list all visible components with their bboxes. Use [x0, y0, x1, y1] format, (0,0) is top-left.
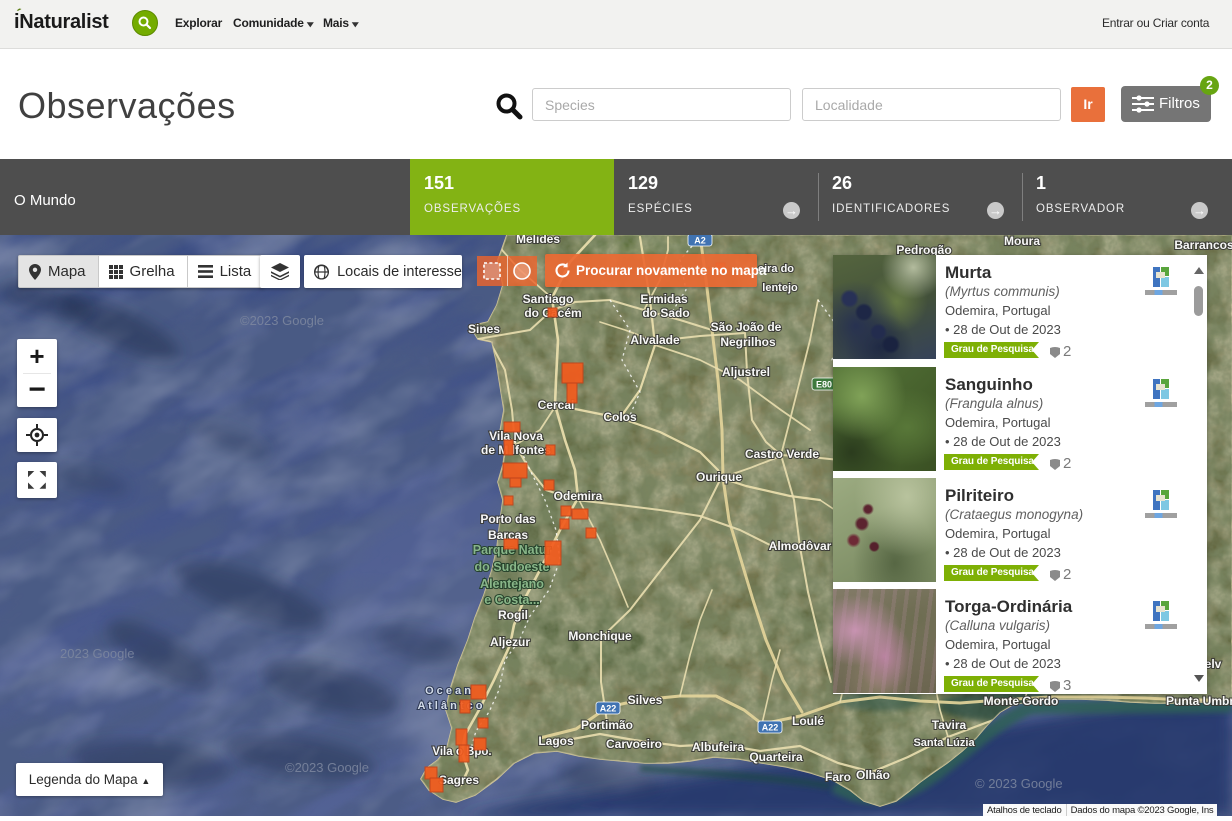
svg-text:Aljustrel: Aljustrel	[722, 365, 770, 379]
svg-text:©2023 Google: ©2023 Google	[285, 760, 369, 775]
svg-text:O c e a n: O c e a n	[425, 685, 471, 697]
svg-text:Odemira: Odemira	[554, 489, 603, 503]
svg-text:Alentejano: Alentejano	[480, 577, 544, 591]
svg-text:Olhão: Olhão	[856, 768, 890, 782]
svg-text:Castro Verde: Castro Verde	[745, 447, 819, 461]
svg-text:Almodôvar: Almodôvar	[769, 539, 832, 553]
svg-text:Barrancos: Barrancos	[1174, 238, 1232, 252]
svg-text:© 2023 Google: © 2023 Google	[975, 776, 1063, 791]
svg-text:São João de: São João de	[711, 320, 782, 334]
svg-text:Sagres: Sagres	[439, 773, 479, 787]
svg-text:Porto das: Porto das	[480, 512, 536, 526]
svg-text:A22: A22	[762, 723, 779, 733]
svg-text:Santa Lúzia: Santa Lúzia	[913, 737, 975, 749]
svg-text:Moura: Moura	[1004, 235, 1040, 248]
svg-text:do Sado: do Sado	[642, 306, 689, 320]
svg-text:Monte Gordo: Monte Gordo	[984, 694, 1059, 708]
svg-text:Melides: Melides	[516, 235, 560, 246]
svg-text:E80: E80	[816, 380, 832, 390]
svg-text:Alvalade: Alvalade	[630, 333, 680, 347]
svg-text:A2: A2	[694, 236, 706, 246]
svg-text:Negrilhos: Negrilhos	[720, 335, 776, 349]
svg-text:do Sudoeste: do Sudoeste	[474, 560, 549, 574]
svg-text:Faro: Faro	[825, 770, 851, 784]
svg-text:Tavira: Tavira	[932, 718, 967, 732]
svg-text:Punta Umbr: Punta Umbr	[1166, 694, 1232, 708]
svg-text:Silves: Silves	[628, 693, 663, 707]
svg-text:Albufeira: Albufeira	[692, 740, 744, 754]
svg-text:e Costa...: e Costa...	[484, 593, 540, 607]
svg-text:Carvoeiro: Carvoeiro	[606, 737, 662, 751]
svg-text:A22: A22	[600, 704, 617, 714]
svg-text:Colos: Colos	[603, 410, 637, 424]
svg-text:Ourique: Ourique	[696, 470, 742, 484]
svg-text:©2023 Google: ©2023 Google	[240, 313, 324, 328]
svg-text:Aljezur: Aljezur	[490, 635, 530, 649]
svg-text:Quarteira: Quarteira	[749, 750, 803, 764]
svg-text:Lagos: Lagos	[538, 734, 574, 748]
svg-text:Portimão: Portimão	[581, 718, 633, 732]
svg-text:lentejo: lentejo	[762, 282, 798, 294]
svg-text:Rogil: Rogil	[498, 608, 528, 622]
svg-text:Santiago: Santiago	[523, 292, 574, 306]
svg-text:elv: elv	[1205, 657, 1222, 671]
svg-text:Monchique: Monchique	[568, 629, 632, 643]
svg-text:Ermidas: Ermidas	[640, 292, 688, 306]
svg-text:Loulé: Loulé	[792, 714, 824, 728]
svg-text:de M lfontes: de M lfontes	[481, 443, 551, 457]
svg-text:Sines: Sines	[468, 322, 500, 336]
svg-text:A t l â n t c o: A t l â n t c o	[418, 700, 483, 712]
svg-text:2023 Google: 2023 Google	[60, 646, 134, 661]
